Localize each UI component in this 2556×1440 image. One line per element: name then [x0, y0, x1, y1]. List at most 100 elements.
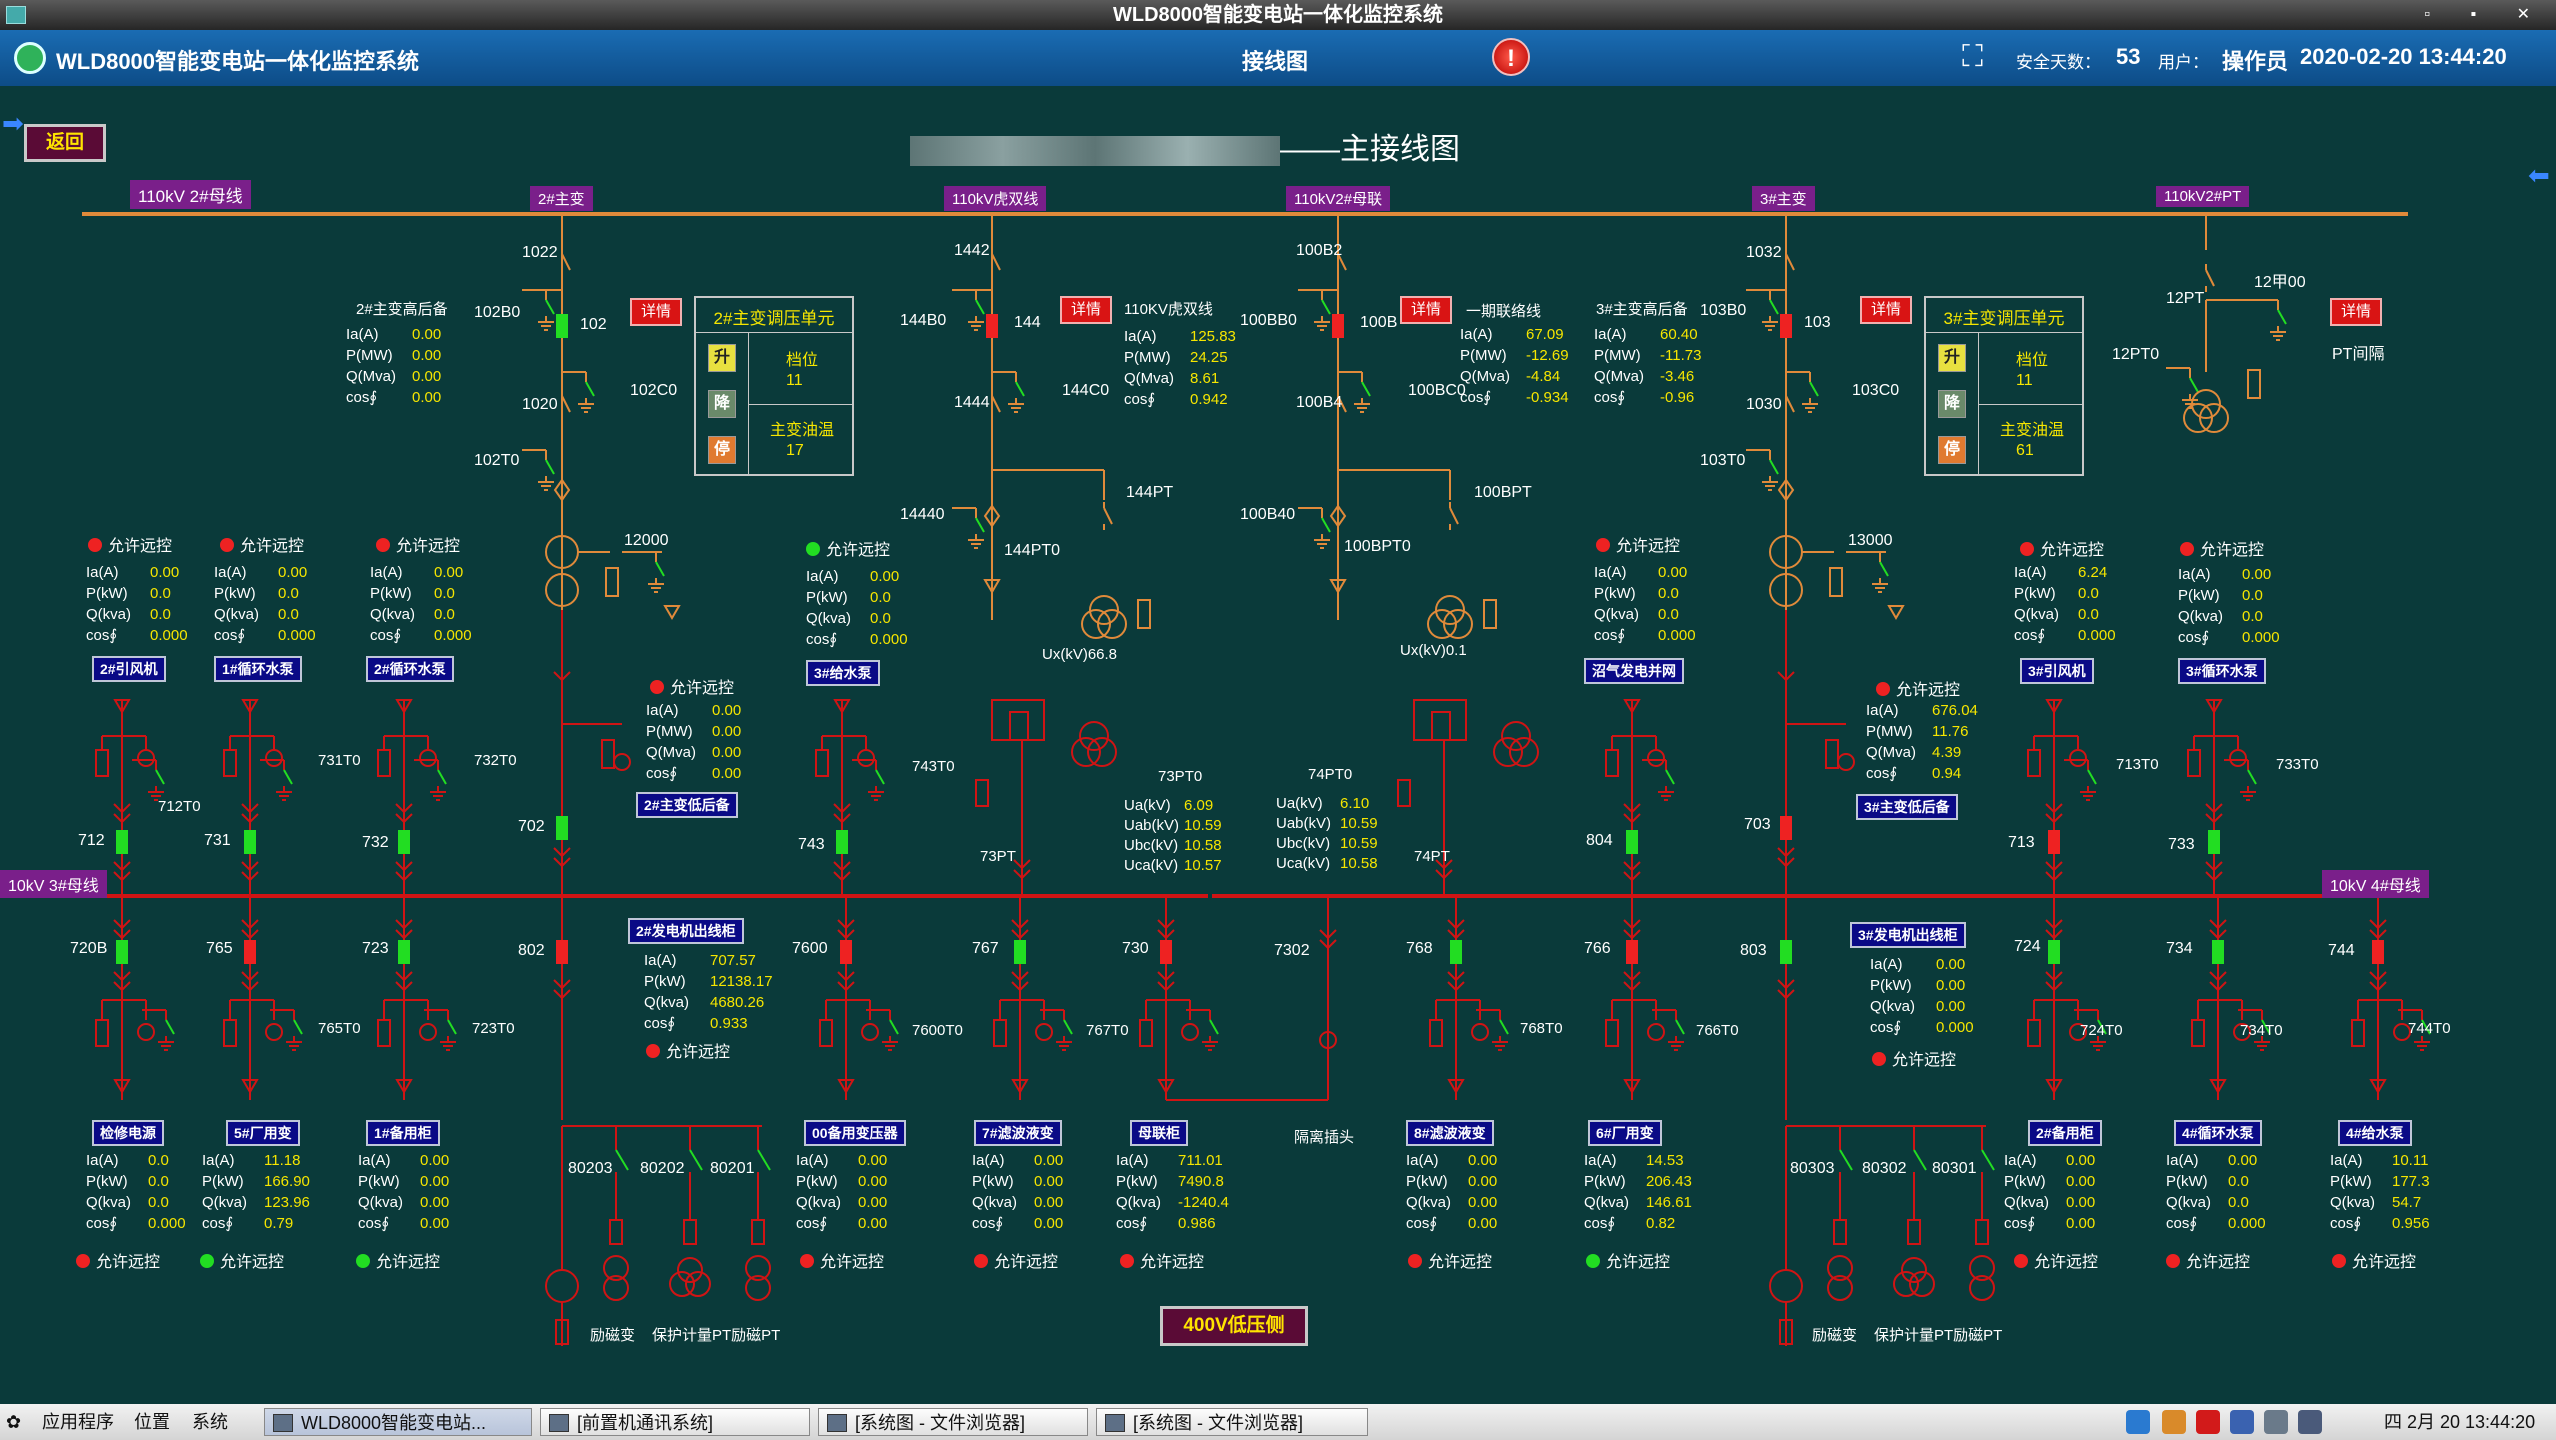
- breaker-icon: [116, 940, 128, 964]
- breaker-icon: [398, 940, 410, 964]
- switch-label: 100B40: [1240, 506, 1296, 523]
- bay-label: 702: [518, 818, 545, 835]
- breaker-icon: [1160, 940, 1172, 964]
- low-voltage-button[interactable]: 400V低压侧: [1160, 1306, 1308, 1346]
- ground-switch-label: 724T0: [2080, 1022, 2123, 1039]
- switch-label: 1442: [954, 242, 990, 259]
- feeder-button[interactable]: 2#引风机: [92, 656, 166, 682]
- package-icon[interactable]: [2162, 1410, 2186, 1434]
- ct-icon: [137, 1023, 155, 1041]
- ct-icon: [1647, 1023, 1665, 1041]
- bay-tag-huxi-line[interactable]: 110kV虎双线: [944, 186, 1047, 211]
- bay-tag-3-main-transformer[interactable]: 3#主变: [1752, 186, 1815, 211]
- detail-button[interactable]: 详情: [1400, 296, 1452, 324]
- feeder-button[interactable]: 00备用变压器: [804, 1120, 906, 1146]
- keyboard-icon[interactable]: [2230, 1410, 2254, 1434]
- bay-tag-2-main-transformer[interactable]: 2#主变: [530, 186, 593, 211]
- breaker-icon: [1450, 940, 1462, 964]
- pt-icon: [1087, 737, 1117, 767]
- input-method-icon[interactable]: [2196, 1410, 2220, 1434]
- detail-button[interactable]: 详情: [1060, 296, 1112, 324]
- switch-label: 1030: [1746, 396, 1782, 413]
- feeder-button[interactable]: 检修电源: [92, 1120, 164, 1146]
- generator-icon: [1769, 1269, 1803, 1303]
- taskbar-task[interactable]: WLD8000智能变电站...: [264, 1408, 532, 1436]
- gen-bottom-label: 保护计量PT励磁PT: [652, 1327, 781, 1344]
- breaker-icon: [1780, 940, 1792, 964]
- window-controls[interactable]: ▫ ▪ ✕: [2424, 0, 2548, 30]
- taskbar-task[interactable]: [前置机通讯系统]: [540, 1408, 810, 1436]
- status-dot-icon: [1408, 1254, 1422, 1268]
- disconnector-icon: [1449, 507, 1459, 525]
- feeder-button[interactable]: 2#循环水泵: [366, 656, 454, 682]
- display-icon[interactable]: [2298, 1410, 2322, 1434]
- feeder-button-gen-3[interactable]: 3#发电机出线柜: [1850, 922, 1966, 948]
- switch-label: 14440: [900, 506, 945, 523]
- start-menu-icon[interactable]: ✿: [6, 1408, 36, 1436]
- disconnector-icon: [991, 253, 1001, 271]
- remote-control-status: 允许远控: [800, 1248, 884, 1272]
- taskbar-task[interactable]: [系统图 - 文件浏览器]: [1096, 1408, 1368, 1436]
- bay-label: 734: [2166, 940, 2193, 957]
- menu-system[interactable]: 系统: [192, 1408, 228, 1436]
- meas-3-lv-backup: Ia(A) 676.04 P(MW) 11.76 Q(Mva) 4.39 cos∮ 0.…: [1866, 702, 1978, 782]
- tap-down-button[interactable]: 降: [1938, 390, 1966, 418]
- detail-button[interactable]: 详情: [1860, 296, 1912, 324]
- detail-button[interactable]: 详情: [630, 298, 682, 326]
- bay-label: 768: [1406, 940, 1433, 957]
- tap-up-button[interactable]: 升: [1938, 344, 1966, 372]
- meas-73pt: Ua(kV) 6.09 Uab(kV) 10.59 Ubc(kV) 10.58 Uca…: [1124, 797, 1222, 874]
- remote-control-status: 允许远控: [806, 536, 890, 560]
- wire: [689, 1149, 703, 1171]
- ct-icon: [2229, 749, 2247, 767]
- tap-up-button[interactable]: 升: [708, 344, 736, 372]
- switch-label: 12PT0: [2112, 346, 2160, 363]
- meas-2-lv-backup: Ia(A) 0.00 P(MW) 0.00 Q(Mva) 0.00 cos∮ 0.00: [646, 702, 742, 782]
- feeder-button[interactable]: 8#滤波液变: [1406, 1120, 1494, 1146]
- feeder-button[interactable]: 7#滤波液变: [974, 1120, 1062, 1146]
- bay-label: 712: [78, 832, 105, 849]
- feeder-button[interactable]: 3#引风机: [2020, 658, 2094, 684]
- tap-stop-button[interactable]: 停: [708, 436, 736, 464]
- breaker-icon: [2208, 830, 2220, 854]
- ground-switch-icon: [975, 299, 985, 315]
- taskbar-task[interactable]: [系统图 - 文件浏览器]: [818, 1408, 1088, 1436]
- switch-label: 100BC0: [1408, 382, 1466, 399]
- status-dot-icon: [806, 542, 820, 556]
- menu-places[interactable]: 位置: [134, 1408, 170, 1436]
- feeder-button-3-lv-backup[interactable]: 3#主变低后备: [1856, 794, 1958, 820]
- menu-applications[interactable]: 应用程序: [42, 1408, 114, 1436]
- feeder-button[interactable]: 6#厂用变: [1588, 1120, 1662, 1146]
- feeder-button[interactable]: 4#给水泵: [2338, 1120, 2412, 1146]
- feeder-button-gen-2[interactable]: 2#发电机出线柜: [628, 918, 744, 944]
- feeder-button[interactable]: 沼气发电并网: [1584, 658, 1684, 684]
- feeder-button[interactable]: 4#循环水泵: [2174, 1120, 2262, 1146]
- remote-control-status: 允许远控: [1586, 1248, 1670, 1272]
- gen-switch-label: 80201: [710, 1160, 755, 1177]
- feeder-button[interactable]: 1#备用柜: [366, 1120, 440, 1146]
- remote-control-status: 允许远控: [650, 674, 734, 698]
- feeder-button[interactable]: 3#循环水泵: [2178, 658, 2266, 684]
- tap-stop-button[interactable]: 停: [1938, 436, 1966, 464]
- ground-switch-label: 765T0: [318, 1020, 361, 1037]
- network-icon[interactable]: [2126, 1410, 2150, 1434]
- gen-bottom-label: 励磁变: [590, 1327, 636, 1344]
- feeder-button[interactable]: 3#给水泵: [806, 660, 880, 686]
- wire: [1839, 1149, 1853, 1171]
- feeder-button-2-lv-backup[interactable]: 2#主变低后备: [636, 792, 738, 818]
- tap-down-button[interactable]: 降: [708, 390, 736, 418]
- oil-temp-label: 主变油温: [1999, 422, 2064, 439]
- feeder-button[interactable]: 1#循环水泵: [214, 656, 302, 682]
- detail-button[interactable]: 详情: [2330, 298, 2382, 326]
- feeder-button[interactable]: 5#厂用变: [226, 1120, 300, 1146]
- feeder-button[interactable]: 母联柜: [1130, 1120, 1188, 1146]
- remote-control-status: 允许远控: [200, 1248, 284, 1272]
- ground-switch-icon: [1063, 1019, 1073, 1035]
- ct-icon: [1471, 1023, 1489, 1041]
- volume-icon[interactable]: [2264, 1410, 2288, 1434]
- bay-tag-bus-tie[interactable]: 110kV2#母联: [1286, 186, 1391, 211]
- ground-switch-icon: [1769, 299, 1779, 315]
- feeder-button[interactable]: 2#备用柜: [2028, 1120, 2102, 1146]
- arrester-icon: [2351, 1019, 2365, 1047]
- bay-tag-110kv-pt[interactable]: 110kV2#PT: [2156, 186, 2250, 207]
